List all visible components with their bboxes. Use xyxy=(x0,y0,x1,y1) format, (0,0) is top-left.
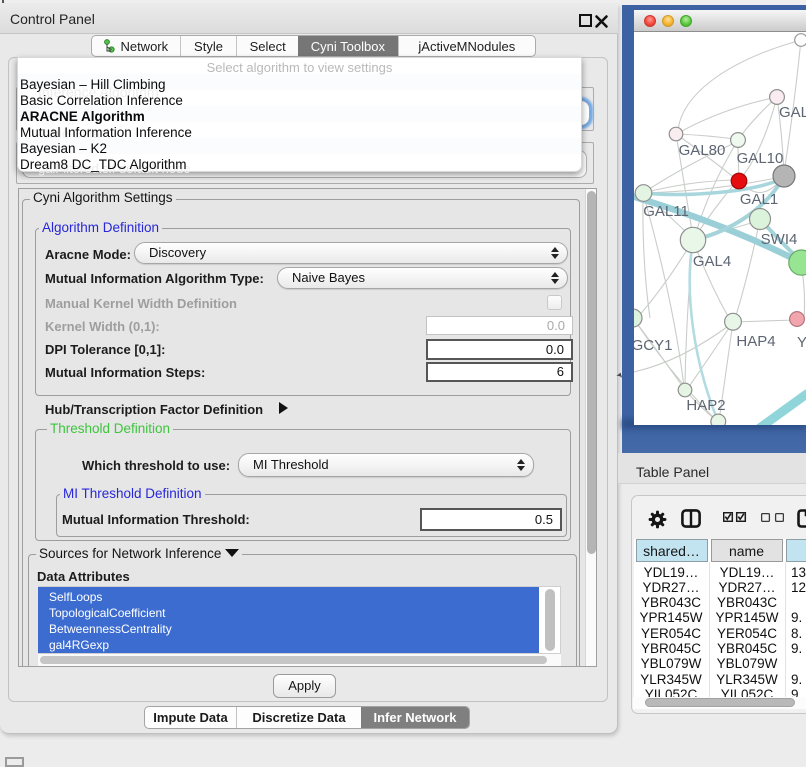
svg-text:GAL2: GAL2 xyxy=(779,104,806,121)
svg-text:GAL4: GAL4 xyxy=(693,253,731,270)
svg-text:SWI4: SWI4 xyxy=(761,231,798,248)
svg-text:GAL80: GAL80 xyxy=(679,142,726,159)
svg-text:GAL10: GAL10 xyxy=(737,150,784,167)
svg-text:GCY1: GCY1 xyxy=(634,337,672,354)
svg-text:HAP4: HAP4 xyxy=(736,333,775,350)
svg-text:GAL1: GAL1 xyxy=(740,191,778,208)
svg-text:GAL11: GAL11 xyxy=(643,203,689,220)
svg-text:HAP2: HAP2 xyxy=(686,397,725,414)
svg-text:YH: YH xyxy=(797,334,806,351)
